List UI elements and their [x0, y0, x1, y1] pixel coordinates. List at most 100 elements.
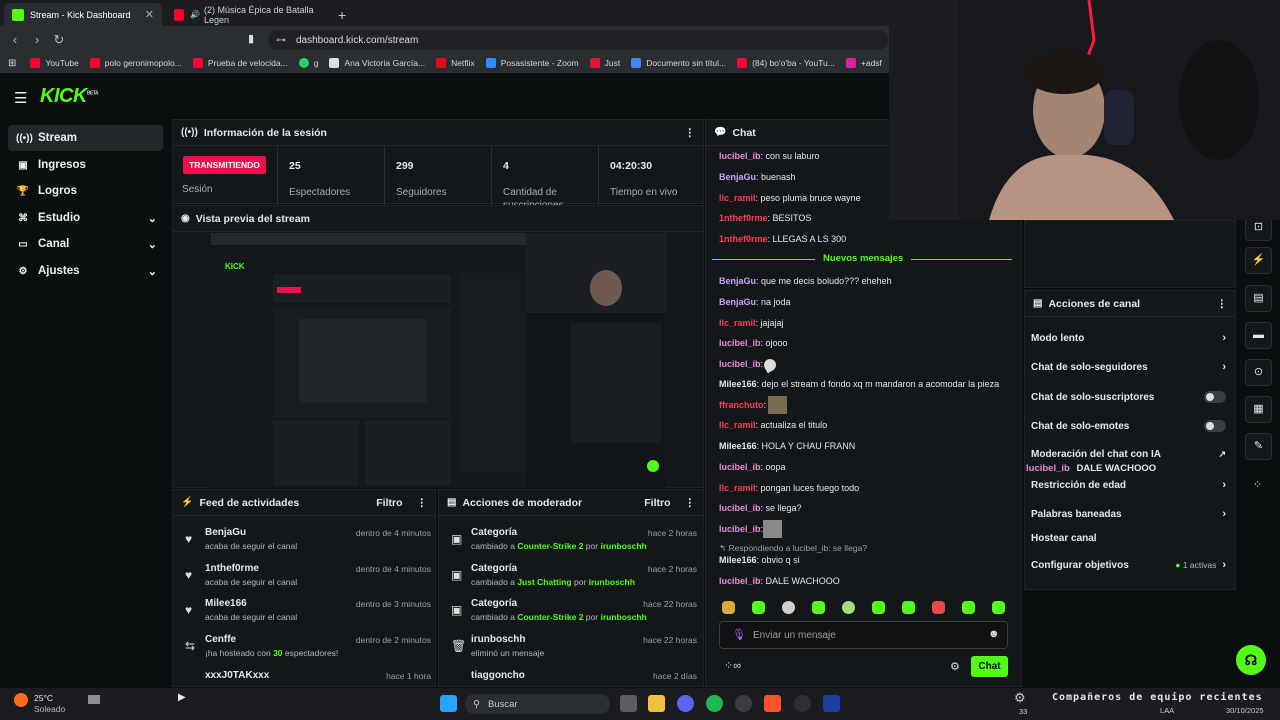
discord-icon[interactable] [677, 695, 694, 712]
menu-icon[interactable]: ☰ [14, 89, 27, 107]
lightning-icon[interactable]: ⚡ [1245, 247, 1272, 274]
back-icon[interactable]: ‹ [4, 32, 26, 47]
broadcast-icon[interactable]: ⊙ [1245, 359, 1272, 386]
emote-icon[interactable] [962, 601, 975, 614]
chat-username[interactable]: llc_ramil [719, 420, 756, 430]
sidebar-item-ajustes[interactable]: ⚙ Ajustes ⌄ [8, 258, 163, 284]
taskbar-search[interactable]: ⚲ Buscar [465, 694, 610, 714]
emote-icon[interactable] [722, 601, 735, 614]
close-icon[interactable]: ✕ [145, 8, 154, 21]
url-field[interactable]: ⊶ dashboard.kick.com/stream [268, 30, 888, 50]
microphone-icon[interactable]: 🎙 [732, 628, 746, 641]
bookmark-youtube[interactable]: YouTube [30, 58, 79, 68]
site-info-icon[interactable]: ⊶ [276, 35, 286, 46]
more-options-icon[interactable]: ⋮ [1217, 298, 1228, 310]
weather-widget[interactable]: 25°C Soleado [34, 693, 65, 715]
age-restriction-row[interactable]: Restricción de edad › [1031, 479, 1226, 491]
spotify-icon[interactable] [706, 695, 723, 712]
emote-icon[interactable] [842, 601, 855, 614]
emote-icon[interactable] [782, 601, 795, 614]
chat-username[interactable]: lucibel_ib [719, 503, 761, 513]
emote-icon[interactable] [902, 601, 915, 614]
forward-icon[interactable]: › [26, 32, 48, 47]
chat-bubble-icon[interactable]: ▬ [1245, 322, 1272, 349]
apps-icon[interactable]: ⁘ [1253, 478, 1262, 491]
send-chat-button[interactable]: Chat [971, 656, 1008, 677]
sidebar-item-logros[interactable]: 🏆 Logros [8, 178, 163, 204]
layers-icon[interactable]: ▦ [1245, 396, 1272, 423]
brave-icon[interactable] [764, 695, 781, 712]
weather-icon[interactable] [14, 693, 28, 707]
chat-username[interactable]: llc_ramil [719, 318, 756, 328]
emote-icon[interactable] [932, 601, 945, 614]
chat-username[interactable]: lucibel_ib [719, 338, 761, 348]
chat-username[interactable]: Milee166 [719, 555, 757, 565]
tab-kick-dashboard[interactable]: Stream - Kick Dashboard ✕ [4, 3, 162, 26]
sidebar-item-ingresos[interactable]: ▣ Ingresos [8, 152, 163, 178]
action-name[interactable]: irunboschh [471, 634, 525, 645]
slow-mode-row[interactable]: Modo lento › [1031, 332, 1226, 344]
sidebar-item-estudio[interactable]: ⌘ Estudio ⌄ [8, 205, 163, 231]
reload-icon[interactable]: ↻ [48, 32, 70, 48]
more-options-icon[interactable]: ⋮ [685, 127, 696, 139]
bookmark-icon[interactable]: ▮ [248, 32, 254, 45]
action-name[interactable]: tiaggoncho [471, 670, 525, 681]
language-indicator[interactable]: LAA [1160, 706, 1174, 715]
infinity-icon[interactable]: ⁘∞ [724, 659, 741, 672]
date-display[interactable]: 30/10/2025 [1226, 706, 1264, 715]
more-options-icon[interactable]: ⋮ [685, 497, 696, 509]
chat-username[interactable]: BenjaGu [719, 172, 756, 182]
wrench-icon[interactable]: ✎ [1245, 433, 1272, 460]
bookmark-netflix[interactable]: Netflix [436, 58, 475, 68]
tab-youtube-music[interactable]: 🔊 (2) Música Épica de Batalla Legen [166, 3, 326, 26]
obs-icon[interactable] [794, 695, 811, 712]
taskbar-widget-icon[interactable] [88, 695, 100, 704]
emote-icon[interactable] [812, 601, 825, 614]
chat-input[interactable]: 🎙 Enviar un mensaje ☻ [719, 621, 1008, 649]
chat-username[interactable]: ffranchuto [719, 400, 764, 410]
app-icon[interactable] [735, 695, 752, 712]
chat-username[interactable]: Milee166 [719, 441, 757, 451]
windows-start-icon[interactable] [440, 695, 457, 712]
apps-grid-icon[interactable]: ⊞ [8, 58, 16, 69]
username[interactable]: 1nthef0rme [205, 563, 259, 574]
chat-username[interactable]: llc_ramil [719, 193, 756, 203]
sidebar-item-canal[interactable]: ▭ Canal ⌄ [8, 231, 163, 257]
bookmark-youtube-2[interactable]: (84) bo'o'ba - YouTu... [737, 58, 835, 68]
new-tab-button[interactable]: + [330, 3, 350, 26]
headset-support-icon[interactable]: ☊ [1236, 645, 1266, 675]
chat-username[interactable]: Milee166 [719, 379, 757, 389]
bookmark-polo[interactable]: polo geronimopolo... [89, 58, 182, 68]
followers-only-row[interactable]: Chat de solo-seguidores › [1031, 361, 1226, 373]
bookmark-just[interactable]: Just [589, 58, 620, 68]
username[interactable]: Milee166 [205, 598, 247, 609]
chat-username[interactable]: llc_ramil [719, 483, 756, 493]
chat-username[interactable]: lucibel_ib [719, 524, 761, 534]
chat-username[interactable]: BenjaGu [719, 276, 756, 286]
sidebar-item-stream[interactable]: ((•)) Stream [8, 125, 163, 151]
ai-moderation-row[interactable]: Moderación del chat con IA ↗ [1031, 449, 1226, 460]
username[interactable]: Cenffe [205, 634, 236, 645]
filter-button[interactable]: Filtro [376, 497, 402, 509]
emotes-only-toggle[interactable] [1204, 420, 1226, 432]
bookmark-wikipedia[interactable]: Ana Victoria García... [329, 58, 425, 68]
chat-username[interactable]: 1nthef0rme [719, 234, 768, 244]
chat-username[interactable]: lucibel_ib [719, 151, 761, 161]
emote-icon[interactable] [752, 601, 765, 614]
notification-icon[interactable]: ⚙ [1014, 690, 1026, 706]
chat-username[interactable]: 1nthef0rme [719, 213, 768, 223]
kick-logo[interactable]: KICKBETA [40, 85, 99, 108]
chat-username[interactable]: lucibel_ib [719, 359, 761, 369]
bookmark-instagram[interactable]: +adsf [845, 58, 882, 68]
gear-icon[interactable]: ⚙ [950, 660, 960, 673]
username[interactable]: BenjaGu [205, 527, 246, 538]
bookmark-speedtest[interactable]: Prueba de velocida... [192, 58, 288, 68]
bookmark-zoom[interactable]: Posasistente - Zoom [485, 58, 579, 68]
more-options-icon[interactable]: ⋮ [417, 497, 428, 509]
emoji-icon[interactable]: ☻ [988, 628, 1000, 640]
file-explorer-icon[interactable] [648, 695, 665, 712]
bookmark-whatsapp[interactable]: g [298, 58, 318, 68]
chat-username[interactable]: lucibel_ib [719, 462, 761, 472]
host-channel-row[interactable]: Hostear canal [1031, 533, 1226, 544]
stream-preview-video[interactable]: KICK [211, 233, 666, 488]
